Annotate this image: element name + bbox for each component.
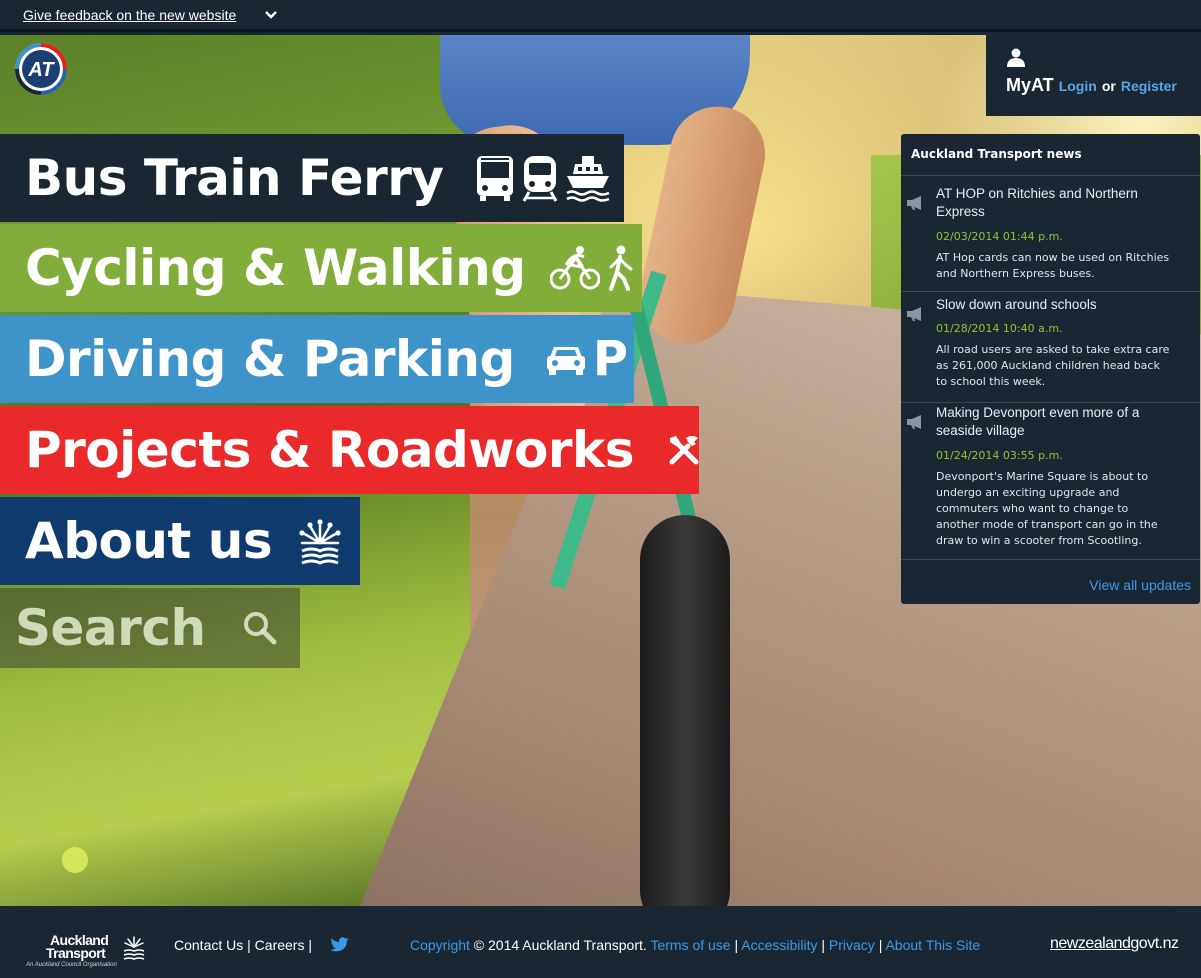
news-body: Devonport's Marine Square is about to un…: [936, 470, 1158, 547]
menu-cycling-walking[interactable]: Cycling & Walking: [0, 224, 642, 312]
myat-title: MyAT: [1006, 75, 1054, 95]
news-divider: [901, 291, 1200, 292]
terms-link[interactable]: Terms of use: [650, 937, 730, 953]
news-headline[interactable]: Slow down around schools: [936, 296, 1176, 314]
copyright-link[interactable]: Copyright: [410, 937, 470, 953]
about-this-site-link[interactable]: About This Site: [885, 937, 980, 953]
news-panel: Auckland Transport news AT HOP on Ritchi…: [901, 134, 1200, 604]
separator: |: [734, 937, 739, 953]
register-link[interactable]: Register: [1121, 78, 1177, 94]
menu-search-label: Search: [15, 599, 206, 657]
auckland-transport-logo[interactable]: Auckland Transport An Auckland Council O…: [26, 932, 146, 972]
menu-about-us[interactable]: About us: [0, 497, 360, 585]
separator: |: [821, 937, 826, 953]
menu-projects-label: Projects & Roadworks: [25, 421, 635, 479]
menu-bus-train-ferry[interactable]: Bus Train Ferry: [0, 134, 624, 222]
twitter-icon[interactable]: [330, 936, 350, 954]
myat-line: MyAT Login or Register: [1006, 75, 1177, 96]
megaphone-icon: [907, 307, 921, 321]
brand-tagline: An Auckland Council Organisation: [26, 962, 117, 968]
feedback-bar: Give feedback on the new website: [0, 0, 1201, 32]
ferry-icon: [566, 156, 610, 202]
contact-us-link[interactable]: Contact Us: [174, 937, 243, 953]
menu-cycling-label: Cycling & Walking: [25, 239, 526, 297]
train-icon: [523, 156, 558, 202]
news-item[interactable]: Making Devonport even more of a seaside …: [901, 404, 1200, 554]
menu-projects-roadworks[interactable]: Projects & Roadworks: [0, 406, 699, 494]
news-divider: [901, 175, 1200, 176]
menu-search[interactable]: Search: [0, 588, 300, 668]
news-headline[interactable]: Making Devonport even more of a seaside …: [936, 404, 1176, 440]
megaphone-icon: [907, 196, 921, 210]
news-body: AT Hop cards can now be used on Ritchies…: [936, 251, 1170, 280]
chevron-down-icon[interactable]: [264, 8, 278, 22]
parking-icon: P: [592, 331, 628, 387]
svg-text:AT: AT: [27, 59, 55, 81]
news-headline[interactable]: AT HOP on Ritchies and Northern Express: [936, 185, 1176, 221]
privacy-link[interactable]: Privacy: [829, 937, 875, 953]
news-date: 02/03/2014 01:44 p.m.: [936, 230, 1063, 243]
news-title: Auckland Transport news: [911, 147, 1082, 161]
pohutukawa-icon: [123, 936, 145, 960]
pohutukawa-icon: [299, 519, 341, 565]
megaphone-icon: [907, 415, 921, 429]
news-divider: [901, 559, 1200, 560]
news-date: 01/28/2014 10:40 a.m.: [936, 322, 1063, 335]
bus-icon: [477, 156, 514, 201]
at-logo[interactable]: AT: [14, 42, 68, 96]
walking-icon: [608, 245, 633, 291]
myat-panel: MyAT Login or Register: [986, 35, 1201, 116]
nzgovt-text-b: govt.nz: [1130, 935, 1179, 952]
news-date: 01/24/2014 03:55 p.m.: [936, 449, 1063, 462]
news-item[interactable]: Slow down around schools 01/28/2014 10:4…: [901, 296, 1200, 404]
tools-icon: [669, 436, 699, 465]
menu-driving-label: Driving & Parking: [25, 330, 515, 388]
footer-legal: Copyright © 2014 Auckland Transport. Ter…: [410, 937, 980, 953]
news-divider: [901, 402, 1200, 403]
accessibility-link[interactable]: Accessibility: [741, 937, 817, 953]
copyright-text: © 2014 Auckland Transport.: [473, 937, 647, 953]
separator: |: [878, 937, 883, 953]
news-item[interactable]: AT HOP on Ritchies and Northern Express …: [901, 185, 1200, 291]
menu-bus-label: Bus Train Ferry: [25, 149, 444, 207]
brand-line2: Transport: [46, 945, 106, 961]
separator: |: [308, 937, 312, 953]
news-body: All road users are asked to take extra c…: [936, 343, 1170, 388]
car-icon: [546, 347, 585, 375]
footer-links: Contact Us | Careers |: [174, 937, 312, 953]
feedback-link[interactable]: Give feedback on the new website: [23, 7, 236, 23]
separator: |: [247, 937, 251, 953]
menu-about-label: About us: [25, 512, 273, 570]
search-icon[interactable]: [242, 610, 278, 646]
user-icon: [1007, 48, 1025, 67]
footer: Auckland Transport An Auckland Council O…: [0, 906, 1201, 978]
login-link[interactable]: Login: [1059, 78, 1097, 94]
careers-link[interactable]: Careers: [255, 937, 305, 953]
cyclist-icon: [549, 246, 600, 290]
view-all-updates-link[interactable]: View all updates: [1089, 577, 1191, 593]
menu-driving-parking[interactable]: Driving & Parking P: [0, 315, 634, 403]
nzgovt-text-a: newzealand: [1050, 935, 1131, 952]
nzgovt-logo[interactable]: newzealand​govt.nz: [1050, 935, 1179, 953]
or-text: or: [1101, 78, 1116, 94]
